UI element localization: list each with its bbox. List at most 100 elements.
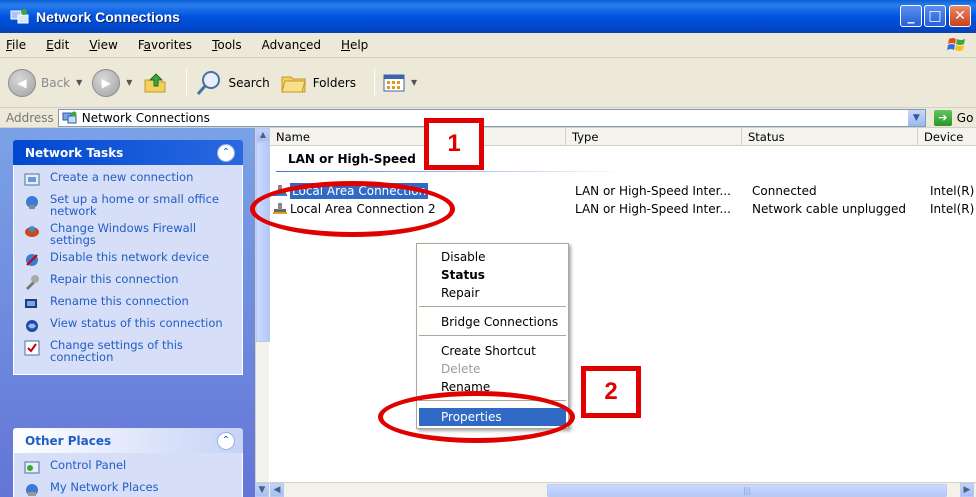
views-button[interactable]: ▼ bbox=[383, 73, 417, 93]
task-home-network[interactable]: Set up a home or small office network bbox=[24, 193, 236, 217]
scroll-right-icon[interactable]: ▶ bbox=[960, 483, 974, 497]
column-device[interactable]: Device bbox=[918, 128, 976, 146]
disable-network-icon bbox=[26, 254, 38, 266]
row-type: LAN or High-Speed Inter... bbox=[575, 184, 731, 198]
windows-flag-icon bbox=[947, 38, 965, 51]
search-button[interactable]: Search bbox=[195, 69, 270, 97]
network-tasks-header[interactable]: Network Tasks ⌃ bbox=[13, 140, 243, 165]
chevron-down-icon[interactable]: ▼ bbox=[76, 78, 82, 87]
address-bar: Address Network Connections ▼ ➔ Go bbox=[0, 108, 976, 128]
back-label: Back bbox=[41, 75, 71, 90]
other-places-title: Other Places bbox=[25, 433, 112, 448]
chevron-down-icon[interactable]: ▼ bbox=[126, 78, 132, 87]
menu-favorites[interactable]: Favorites bbox=[138, 38, 192, 52]
menu-view[interactable]: View bbox=[89, 38, 117, 52]
collapse-chevron-icon[interactable]: ⌃ bbox=[217, 431, 235, 450]
menu-separator bbox=[419, 335, 566, 336]
menu-separator bbox=[419, 306, 566, 307]
toolbar: ◀ Back ▼ ▶ ▼ Search Folders ▼ bbox=[0, 58, 976, 108]
up-folder-button[interactable] bbox=[142, 70, 168, 96]
annotation-ellipse-connection bbox=[250, 181, 455, 237]
place-control-panel[interactable]: Control Panel bbox=[24, 459, 236, 476]
row-device: Intel(R) bbox=[930, 184, 975, 198]
folders-icon bbox=[281, 76, 306, 92]
annotation-ellipse-properties bbox=[378, 391, 575, 443]
menu-edit[interactable]: Edit bbox=[46, 38, 69, 52]
control-panel-icon bbox=[24, 461, 40, 474]
column-name[interactable]: Name bbox=[270, 128, 566, 146]
annotation-step-2: 2 bbox=[581, 366, 641, 418]
column-header-row: Name Type Status Device bbox=[270, 128, 976, 146]
search-label: Search bbox=[228, 75, 270, 90]
task-change-settings[interactable]: Change settings of this connection bbox=[24, 339, 236, 363]
home-network-icon bbox=[26, 196, 38, 209]
network-tasks-title: Network Tasks bbox=[25, 145, 124, 160]
up-folder-icon bbox=[144, 72, 166, 92]
maximize-button[interactable]: □ bbox=[924, 5, 946, 27]
task-pane: Network Tasks ⌃ Create a new connection … bbox=[0, 128, 255, 497]
address-dropdown-icon[interactable]: ▼ bbox=[907, 109, 925, 126]
menu-item-status[interactable]: Status bbox=[419, 266, 566, 284]
row-status: Network cable unplugged bbox=[752, 202, 907, 216]
menu-item-delete: Delete bbox=[441, 362, 481, 376]
menu-item-create-shortcut[interactable]: Create Shortcut bbox=[419, 342, 566, 360]
network-tasks-list: Create a new connection Set up a home or… bbox=[13, 165, 243, 375]
repair-icon bbox=[26, 275, 39, 290]
vertical-scrollbar[interactable]: ▲ bbox=[255, 128, 270, 485]
other-places-list: Control Panel My Network Places bbox=[13, 453, 243, 497]
status-icon bbox=[26, 320, 38, 332]
scroll-thumb[interactable] bbox=[256, 142, 270, 342]
network-connections-icon bbox=[10, 8, 29, 23]
go-button[interactable]: ➔ Go bbox=[933, 109, 973, 126]
settings-icon bbox=[24, 340, 40, 356]
network-connections-icon bbox=[62, 111, 77, 123]
other-places-panel: Other Places ⌃ Control Panel My Network … bbox=[13, 428, 243, 497]
other-places-header[interactable]: Other Places ⌃ bbox=[13, 428, 243, 453]
address-value: Network Connections bbox=[81, 110, 210, 125]
collapse-chevron-icon[interactable]: ⌃ bbox=[217, 143, 235, 162]
menu-item-disable[interactable]: Disable bbox=[419, 248, 566, 266]
title-bar: Network Connections _ □ ✕ bbox=[0, 0, 976, 33]
horizontal-scrollbar[interactable]: ▼ ◀ ||| ▶ bbox=[255, 482, 976, 497]
toolbar-separator bbox=[186, 68, 188, 97]
column-type[interactable]: Type bbox=[566, 128, 742, 146]
row-device: Intel(R) bbox=[930, 202, 975, 216]
toolbar-separator bbox=[374, 68, 376, 97]
menu-advanced[interactable]: Advanced bbox=[262, 38, 321, 52]
menu-item-repair[interactable]: Repair bbox=[419, 284, 566, 302]
forward-button[interactable]: ▶ ▼ bbox=[92, 68, 132, 97]
place-network-places[interactable]: My Network Places bbox=[24, 481, 236, 497]
menu-help[interactable]: Help bbox=[341, 38, 368, 52]
go-arrow-icon: ➔ bbox=[933, 109, 952, 126]
task-rename[interactable]: Rename this connection bbox=[24, 295, 236, 312]
group-header: LAN or High-Speed bbox=[288, 152, 416, 166]
task-view-status[interactable]: View status of this connection bbox=[24, 317, 236, 334]
column-status[interactable]: Status bbox=[742, 128, 918, 146]
search-icon bbox=[197, 70, 221, 95]
task-repair[interactable]: Repair this connection bbox=[24, 273, 236, 290]
scroll-left-icon[interactable]: ◀ bbox=[270, 483, 284, 497]
menu-tools[interactable]: Tools bbox=[212, 38, 242, 52]
window-title: Network Connections bbox=[36, 8, 180, 25]
horizontal-scroll-thumb[interactable]: ||| bbox=[547, 484, 947, 497]
address-input[interactable]: Network Connections ▼ bbox=[57, 108, 926, 127]
menu-item-bridge-connections[interactable]: Bridge Connections bbox=[419, 313, 566, 331]
task-disable-device[interactable]: Disable this network device bbox=[24, 251, 236, 268]
scroll-down-icon[interactable]: ▼ bbox=[255, 483, 269, 497]
minimize-button[interactable]: _ bbox=[900, 5, 922, 27]
forward-arrow-icon: ▶ bbox=[92, 68, 121, 97]
back-button[interactable]: ◀ Back ▼ bbox=[8, 68, 82, 97]
menu-file[interactable]: File bbox=[6, 38, 26, 52]
task-create-connection[interactable]: Create a new connection bbox=[24, 171, 236, 188]
network-tasks-panel: Network Tasks ⌃ Create a new connection … bbox=[13, 140, 243, 375]
chevron-down-icon[interactable]: ▼ bbox=[411, 78, 417, 87]
close-button[interactable]: ✕ bbox=[949, 5, 971, 27]
address-label: Address bbox=[6, 110, 54, 125]
scroll-up-icon[interactable]: ▲ bbox=[256, 128, 270, 142]
folders-button[interactable]: Folders bbox=[280, 71, 356, 95]
network-places-icon bbox=[26, 484, 38, 496]
back-arrow-icon: ◀ bbox=[8, 68, 36, 97]
annotation-step-1: 1 bbox=[424, 118, 484, 170]
task-firewall[interactable]: Change Windows Firewall settings bbox=[24, 222, 236, 246]
folders-label: Folders bbox=[312, 75, 357, 90]
